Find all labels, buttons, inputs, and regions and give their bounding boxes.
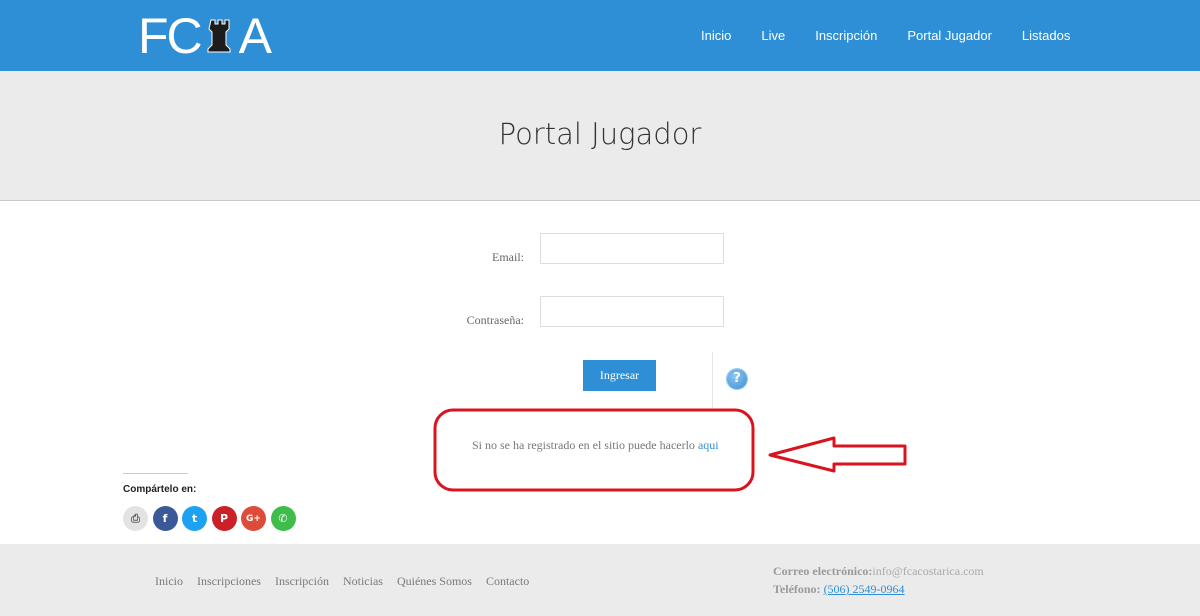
print-icon[interactable]: ⎙ — [123, 506, 148, 531]
share-buttons: ⎙ f t P G+ ✆ — [123, 506, 300, 531]
contact-phone-value[interactable]: (506) 2549-0964 — [824, 582, 905, 596]
password-field[interactable] — [540, 296, 724, 327]
logo-letter-f: F — [138, 8, 169, 64]
email-label: Email: — [492, 250, 524, 264]
divider — [712, 352, 713, 408]
email-field[interactable] — [540, 233, 724, 264]
footer-link-inicio[interactable]: Inicio — [155, 574, 183, 589]
whatsapp-icon[interactable]: ✆ — [270, 506, 296, 531]
rook-chess-icon — [207, 19, 231, 53]
register-link[interactable]: aqui — [698, 438, 719, 452]
password-label: Contraseña: — [466, 313, 524, 327]
footer-links: Inicio Inscripciones Inscripción Noticia… — [155, 574, 543, 589]
contact-email-value[interactable]: info@fcacostarica.com — [872, 564, 983, 578]
logo-letter-c: C — [166, 8, 203, 64]
share-divider — [123, 473, 188, 474]
logo-letter-a: A — [238, 8, 272, 64]
login-button[interactable]: Ingresar — [583, 360, 656, 391]
footer-link-contacto[interactable]: Contacto — [486, 574, 529, 589]
register-text: Si no se ha registrado en el sitio puede… — [472, 438, 698, 452]
footer-link-noticias[interactable]: Noticias — [343, 574, 383, 589]
nav-listados[interactable]: Listados — [1007, 28, 1085, 43]
google-plus-icon[interactable]: G+ — [241, 506, 266, 531]
footer: Inicio Inscripciones Inscripción Noticia… — [0, 544, 1200, 616]
nav-live[interactable]: Live — [746, 28, 800, 43]
annotation-arrow-icon — [768, 436, 907, 473]
contact-phone-label: Teléfono: — [773, 582, 821, 596]
title-band: Portal Jugador — [0, 71, 1200, 201]
nav-inicio[interactable]: Inicio — [686, 28, 746, 43]
twitter-icon[interactable]: t — [182, 506, 207, 531]
contact-phone: Teléfono: (506) 2549-0964 — [773, 582, 905, 597]
footer-link-inscripciones[interactable]: Inscripciones — [197, 574, 261, 589]
pinterest-icon[interactable]: P — [211, 506, 237, 531]
question-icon[interactable]: ? — [727, 369, 747, 389]
page-title: Portal Jugador — [498, 117, 702, 151]
register-note: Si no se ha registrado en el sitio puede… — [472, 438, 719, 453]
main-nav: Inicio Live Inscripción Portal Jugador L… — [686, 0, 1085, 71]
top-navbar: F C A Inicio Live Inscripción Portal Jug… — [0, 0, 1200, 71]
nav-portal-jugador[interactable]: Portal Jugador — [892, 28, 1007, 43]
footer-link-quienes-somos[interactable]: Quiénes Somos — [397, 574, 472, 589]
footer-link-inscripcion[interactable]: Inscripción — [275, 574, 329, 589]
share-label: Compártelo en: — [123, 484, 197, 495]
nav-inscripcion[interactable]: Inscripción — [800, 28, 892, 43]
facebook-icon[interactable]: f — [152, 506, 178, 531]
site-logo[interactable]: F C A — [138, 8, 272, 64]
contact-email-label: Correo electrónico: — [773, 564, 873, 578]
contact-email: Correo electrónico:info@fcacostarica.com — [773, 564, 984, 579]
